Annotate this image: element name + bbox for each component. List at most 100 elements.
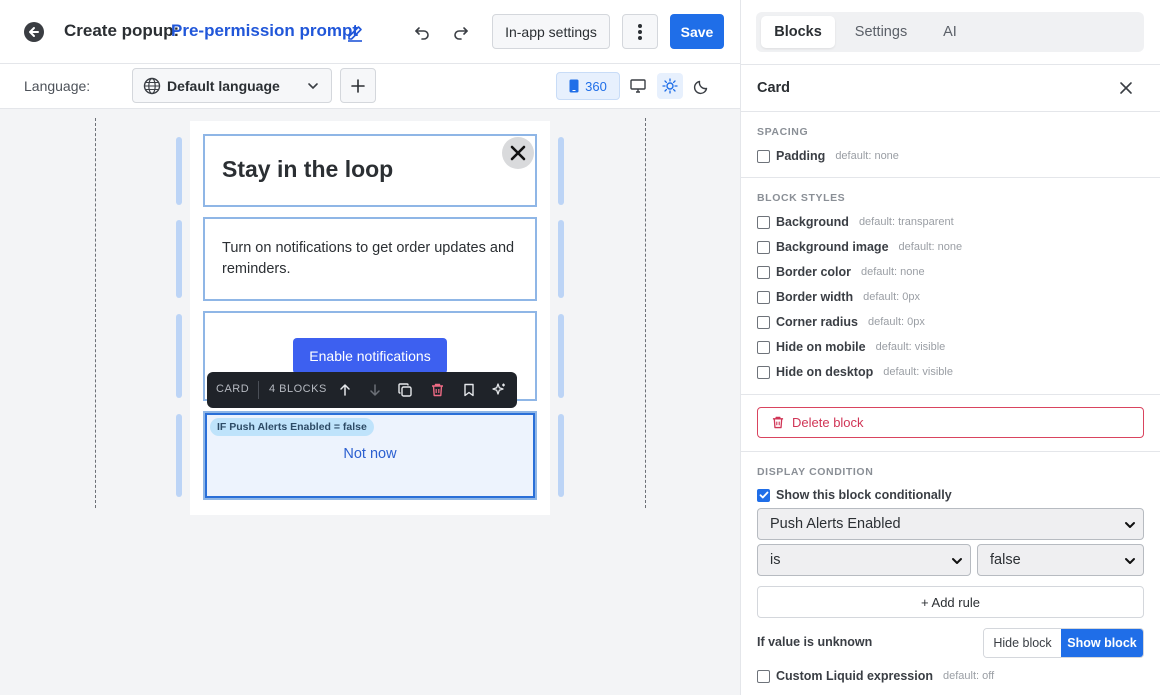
- hide-on-desktop-checkbox[interactable]: [757, 365, 770, 379]
- condition-operator-value: is: [770, 552, 781, 568]
- tab-ai[interactable]: AI: [932, 16, 968, 48]
- drag-handle[interactable]: [558, 414, 564, 497]
- drag-handle[interactable]: [176, 414, 182, 497]
- border-width-checkbox[interactable]: [757, 290, 770, 304]
- checkmark-icon: [759, 491, 768, 499]
- show-conditionally-checkbox[interactable]: [757, 488, 770, 502]
- trash-icon: [772, 416, 784, 429]
- panel-title: Card: [757, 80, 791, 96]
- padding-checkbox[interactable]: [757, 149, 770, 163]
- option-label: Background image: [776, 240, 889, 254]
- duplicate-icon[interactable]: [396, 381, 414, 399]
- arrow-up-icon[interactable]: [336, 381, 354, 399]
- option-label: Show this block conditionally: [776, 488, 952, 502]
- spacing-heading: SPACING: [757, 126, 809, 138]
- option-custom-liquid: Custom Liquid expression default: off: [757, 669, 994, 683]
- option-padding: Padding default: none: [757, 149, 899, 163]
- option-background-image: Background image default: none: [757, 240, 962, 254]
- background-checkbox[interactable]: [757, 215, 770, 229]
- toolbar-divider: [258, 381, 259, 399]
- unknown-value-toggle: Hide block Show block: [983, 628, 1144, 658]
- background-image-checkbox[interactable]: [757, 240, 770, 254]
- display-condition-heading: DISPLAY CONDITION: [757, 466, 874, 478]
- option-default: default: none: [835, 150, 899, 162]
- add-language-button[interactable]: [340, 68, 376, 103]
- redo-icon[interactable]: [450, 21, 472, 43]
- arrow-down-icon[interactable]: [366, 381, 384, 399]
- condition-operator-select[interactable]: is: [757, 544, 971, 576]
- block-toolbar: CARD 4 BLOCKS: [207, 372, 517, 408]
- save-button[interactable]: Save: [670, 14, 724, 49]
- not-now-link[interactable]: Not now: [205, 446, 535, 462]
- condition-value-value: false: [990, 552, 1021, 568]
- option-label: Border color: [776, 265, 852, 279]
- block-count-label: 4 BLOCKS: [269, 383, 327, 395]
- drag-handle[interactable]: [176, 220, 182, 298]
- condition-field-value: Push Alerts Enabled: [770, 516, 901, 532]
- tab-blocks[interactable]: Blocks: [761, 16, 835, 48]
- desktop-icon[interactable]: [628, 77, 648, 95]
- language-value: Default language: [167, 77, 280, 94]
- unknown-value-label: If value is unknown: [757, 635, 873, 649]
- corner-radius-checkbox[interactable]: [757, 315, 770, 329]
- popup-name[interactable]: Pre-permission prompt: [171, 21, 358, 41]
- page-title-prefix: Create popup:: [64, 21, 180, 40]
- option-default: default: 0px: [867, 316, 925, 328]
- option-default: default: none: [898, 241, 963, 253]
- close-icon[interactable]: [1116, 78, 1136, 98]
- condition-value-select[interactable]: false: [977, 544, 1144, 576]
- back-button[interactable]: [24, 22, 44, 42]
- condition-field-select[interactable]: Push Alerts Enabled: [757, 508, 1144, 540]
- custom-liquid-checkbox[interactable]: [757, 669, 770, 683]
- option-label: Custom Liquid expression: [776, 669, 933, 683]
- sun-icon: [662, 78, 678, 94]
- hide-on-mobile-checkbox[interactable]: [757, 340, 770, 354]
- drag-handle[interactable]: [558, 220, 564, 298]
- close-icon: [510, 145, 526, 161]
- divider: [741, 177, 1160, 178]
- globe-icon: [143, 77, 161, 94]
- language-label: Language:: [24, 78, 91, 94]
- hide-block-option[interactable]: Hide block: [984, 629, 1061, 657]
- bookmark-icon[interactable]: [460, 381, 478, 399]
- pencil-icon[interactable]: [344, 21, 366, 43]
- option-label: Padding: [776, 149, 826, 163]
- option-corner-radius: Corner radius default: 0px: [757, 315, 925, 329]
- add-rule-button[interactable]: + Add rule: [757, 586, 1144, 618]
- language-select[interactable]: Default language: [132, 68, 332, 103]
- popup-close-button[interactable]: [502, 137, 534, 169]
- sparkle-icon[interactable]: [490, 381, 508, 399]
- drag-handle[interactable]: [558, 314, 564, 398]
- mobile-preview-toggle[interactable]: 360: [556, 72, 620, 100]
- drag-handle[interactable]: [176, 137, 182, 205]
- option-show-conditionally: Show this block conditionally: [757, 488, 952, 502]
- divider: [741, 394, 1160, 395]
- viewport-guide-right: [645, 118, 646, 508]
- option-default: default: visible: [875, 341, 946, 353]
- chevron-down-icon: [308, 83, 318, 90]
- block-type-label: CARD: [216, 383, 250, 395]
- popup-body-text: Turn on notifications to get order updat…: [222, 240, 515, 277]
- kebab-icon: [638, 23, 642, 40]
- drag-handle[interactable]: [558, 137, 564, 205]
- option-label: Hide on desktop: [776, 365, 874, 379]
- moon-icon[interactable]: [692, 76, 712, 96]
- delete-block-button[interactable]: Delete block: [757, 407, 1144, 438]
- option-default: default: 0px: [863, 291, 920, 303]
- more-options-button[interactable]: [622, 14, 658, 49]
- undo-icon[interactable]: [411, 21, 433, 43]
- divider: [741, 111, 1160, 112]
- divider: [741, 64, 1160, 65]
- enable-notifications-button[interactable]: Enable notifications: [293, 338, 447, 374]
- light-mode-toggle[interactable]: [657, 73, 683, 99]
- option-border-width: Border width default: 0px: [757, 290, 920, 304]
- border-color-checkbox[interactable]: [757, 265, 770, 279]
- trash-icon[interactable]: [428, 381, 446, 399]
- divider: [741, 451, 1160, 452]
- in-app-settings-button[interactable]: In-app settings: [492, 14, 610, 49]
- show-block-option[interactable]: Show block: [1061, 629, 1143, 657]
- option-default: default: none: [861, 266, 925, 278]
- plus-icon: [351, 78, 365, 93]
- drag-handle[interactable]: [176, 314, 182, 398]
- tab-settings[interactable]: Settings: [846, 16, 916, 48]
